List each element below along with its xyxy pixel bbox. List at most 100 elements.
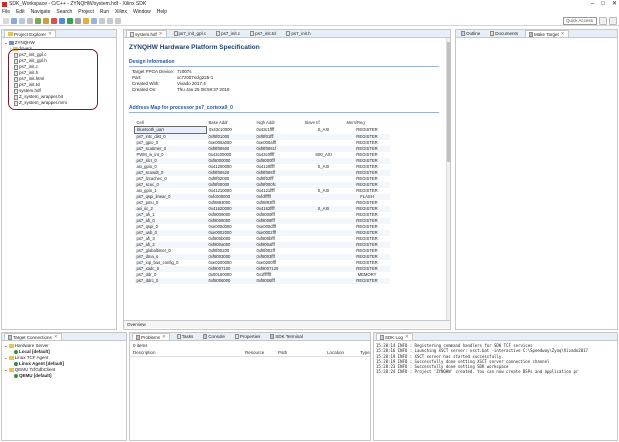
tab-project-explorer[interactable]: Project Explorer ✕ <box>4 30 56 37</box>
forward-icon[interactable] <box>115 17 121 24</box>
tab-overview[interactable]: Overview <box>127 322 146 327</box>
close-icon[interactable]: ✕ <box>162 334 166 340</box>
tab-console[interactable]: Console <box>200 333 228 340</box>
debug-icon[interactable] <box>59 17 65 24</box>
project-icon <box>8 41 14 45</box>
tab-documents[interactable]: Documents <box>487 30 521 37</box>
target-connections-tabbar: Target Connections ✕ <box>2 333 126 341</box>
menu-help[interactable]: Help <box>157 9 167 15</box>
tab-target-connections[interactable]: Target Connections ✕ <box>4 333 62 340</box>
connection-status-icon <box>14 350 18 354</box>
table-cell: REGISTER <box>356 127 378 132</box>
tab-label: Console <box>208 334 225 339</box>
properties-icon <box>234 334 239 339</box>
close-icon[interactable]: ✕ <box>48 31 52 37</box>
search-icon[interactable] <box>91 17 97 24</box>
section-divider <box>129 66 439 67</box>
run-icon[interactable] <box>67 17 73 24</box>
target-connections-panel: Target Connections ✕ ⌄ Hardware Server Lo… <box>1 332 127 441</box>
menu-xilinx[interactable]: Xilinx <box>115 9 127 15</box>
close-icon[interactable]: ✕ <box>159 31 163 37</box>
table-cell: 0x43c1ffff <box>256 127 275 132</box>
tab-sdk-terminal[interactable]: SDK Terminal <box>267 333 305 340</box>
menu-navigate[interactable]: Navigate <box>31 9 51 15</box>
menu-bar: File Edit Navigate Search Project Run Xi… <box>0 8 619 16</box>
tab-outline[interactable]: Outline <box>458 30 483 37</box>
close-icon[interactable]: ✕ <box>561 31 565 37</box>
table-cell <box>302 278 345 284</box>
file-icon <box>173 31 178 36</box>
project-tree: ⌄ ZYNQHW › drivers ps7_init_gpl.c ps7_in… <box>2 38 116 328</box>
tab-system-hdf[interactable]: system.hdf ✕ <box>126 30 167 37</box>
menu-run[interactable]: Run <box>100 9 109 15</box>
close-icon[interactable]: ✕ <box>405 334 409 340</box>
problems-icon <box>136 334 140 340</box>
perspective-open-icon[interactable] <box>599 17 607 25</box>
folder-icon <box>8 356 14 360</box>
address-map-body: bluetooth_uart 0x43c10000 0x43c1ffff S_AXI R… <box>134 126 390 284</box>
column-header[interactable]: Path <box>278 350 287 356</box>
tab-label: Problems <box>141 334 161 340</box>
close-button[interactable]: ✕ <box>612 0 617 8</box>
prev-edit-icon[interactable] <box>99 17 105 24</box>
tab-label: Target Connections <box>13 334 52 340</box>
tab-ps7-init-h[interactable]: ps7_init.h <box>283 30 313 37</box>
build-icon[interactable] <box>35 17 41 24</box>
save-all-icon[interactable] <box>19 17 25 24</box>
menu-file[interactable]: File <box>2 9 10 15</box>
menu-search[interactable]: Search <box>56 9 72 15</box>
table-cell: 0x43c10000 <box>209 127 232 132</box>
tab-sdk-log[interactable]: SDK Log ✕ <box>376 333 413 340</box>
design-info-block: Target FPGA Device: 7z007s Part: xc7z007sc… <box>132 69 230 93</box>
outline-icon <box>461 31 465 36</box>
chevron-down-icon[interactable]: ⌄ <box>4 343 8 349</box>
print-icon[interactable] <box>27 17 33 24</box>
tasks-icon <box>176 334 181 339</box>
editor-scrollbar[interactable] <box>446 38 450 320</box>
close-icon[interactable]: ✕ <box>54 334 58 340</box>
outline-panel: Outline Documents Make Target ✕ <box>455 29 618 330</box>
editor-panel: system.hdf ✕ ps7_init_gpl.c ps7_init.c ps… <box>123 29 451 330</box>
column-header[interactable]: Resource <box>245 350 264 356</box>
column-header[interactable]: Type <box>360 350 370 356</box>
back-icon[interactable] <box>107 17 113 24</box>
quick-access-input[interactable]: Quick Access <box>563 17 597 25</box>
menu-window[interactable]: Window <box>133 9 151 15</box>
table-cell: 0xf8006000 <box>206 278 255 284</box>
tab-make-target[interactable]: Make Target ✕ <box>525 30 569 37</box>
tree-qemu-default[interactable]: QEMU [default] <box>14 373 52 379</box>
chevron-down-icon[interactable]: ⌄ <box>4 40 8 46</box>
scrollbar-thumb[interactable] <box>447 42 450 162</box>
perspective-cpp-icon[interactable] <box>609 17 617 25</box>
tab-label: Make Target <box>534 31 559 37</box>
tab-ps7-init-c[interactable]: ps7_init.c <box>213 30 243 37</box>
save-icon[interactable] <box>11 17 17 24</box>
tab-properties[interactable]: Properties <box>232 333 264 340</box>
minimize-button[interactable]: – <box>591 0 594 8</box>
open-folder-icon[interactable] <box>83 17 89 24</box>
external-tools-icon[interactable] <box>75 17 81 24</box>
column-header[interactable]: Location <box>327 350 344 356</box>
xilinx-tools-icon[interactable] <box>51 17 57 24</box>
address-map-heading: Address Map for processor ps7_cortexa9_0 <box>129 105 233 111</box>
tab-tasks[interactable]: Tasks <box>174 333 197 340</box>
new-icon[interactable] <box>3 17 9 24</box>
chevron-down-icon[interactable]: ⌄ <box>4 367 8 373</box>
tab-ps7-init-gpl-c[interactable]: ps7_init_gpl.c <box>171 30 210 37</box>
menu-edit[interactable]: Edit <box>16 9 25 15</box>
make-target-icon <box>529 31 534 37</box>
table-row[interactable]: ps7_ddrc_0 0xf8006000 0xf8006fff REGISTER <box>134 278 390 284</box>
tab-problems[interactable]: Problems ✕ <box>132 333 170 340</box>
target-tree: ⌄ Hardware Server Local [default] ⌄ Linux … <box>2 341 126 439</box>
chevron-down-icon[interactable]: ⌄ <box>4 355 8 361</box>
column-header[interactable]: Description <box>133 350 156 356</box>
menu-project[interactable]: Project <box>78 9 94 15</box>
log-icon <box>380 334 384 340</box>
folder-icon <box>8 32 13 36</box>
console-icon <box>203 334 208 339</box>
table-row[interactable]: bluetooth_uart 0x43c10000 0x43c1ffff S_AXI R… <box>134 126 390 134</box>
maximize-button[interactable]: □ <box>601 0 605 8</box>
program-fpga-icon[interactable] <box>43 17 49 24</box>
tab-ps7-init-tcl[interactable]: ps7_init.tcl <box>247 30 279 37</box>
tab-label: Documents <box>495 31 519 36</box>
